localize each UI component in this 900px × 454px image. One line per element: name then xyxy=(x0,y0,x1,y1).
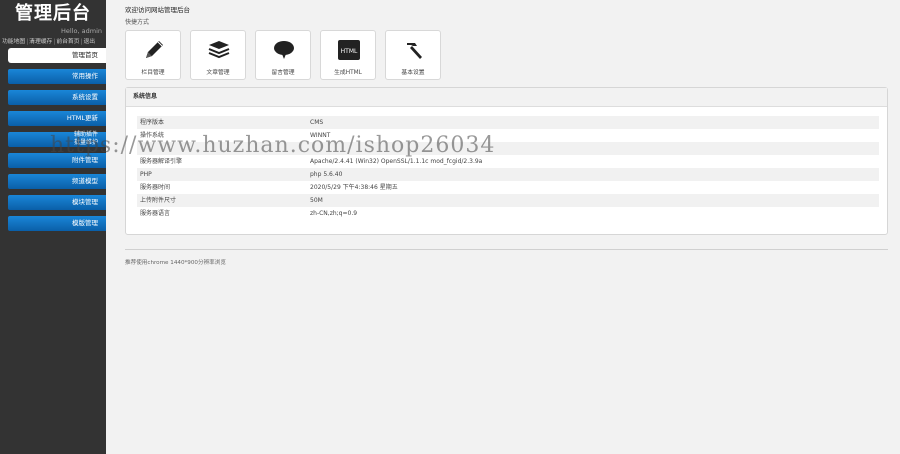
info-key: 服务器语言 xyxy=(140,210,171,217)
shortcut-title: 快捷方式 xyxy=(125,19,150,26)
link-logout[interactable]: 退出 xyxy=(83,36,95,45)
html-icon: HTML xyxy=(338,40,360,60)
link-front-home[interactable]: 前台首页 xyxy=(56,36,79,45)
info-value: 2020/5/29 下午4:38:46 星期五 xyxy=(310,184,398,191)
sidebar-item-plugins[interactable]: 辅助插件 批量维护 xyxy=(8,131,106,147)
system-info-panel: 系统信息 程序版本 CMS 操作系统 WINNT 服务器解译引擎 Apache/2.4… xyxy=(125,87,888,235)
table-row xyxy=(137,142,879,155)
shortcut-column-manage[interactable]: 栏目管理 xyxy=(125,30,181,80)
sidebar-item-attachments[interactable]: 附件管理 xyxy=(8,153,106,168)
welcome-text: 欢迎访问网站管理后台 xyxy=(125,6,190,14)
shortcut-generate-html[interactable]: HTML 生成HTML xyxy=(320,30,376,80)
info-key: 服务器解译引擎 xyxy=(140,158,183,165)
info-value: CMS xyxy=(310,119,324,126)
shortcut-label: 栏目管理 xyxy=(141,70,165,76)
sidebar-item-label: 批量维护 xyxy=(73,139,98,146)
sidebar-item-templates[interactable]: 模版管理 xyxy=(8,216,106,231)
sidebar-menu: 管理首页 常用操作 系统设置 HTML更新 辅助插件 批量维护 附件管理 频道模… xyxy=(8,48,106,237)
link-clear-cache[interactable]: 清理缓存 xyxy=(29,36,52,45)
info-key: 上传附件尺寸 xyxy=(140,197,177,204)
info-value: Apache/2.4.41 (Win32) OpenSSL/1.1.1c mod… xyxy=(310,158,483,165)
shortcut-article-manage[interactable]: 文章管理 xyxy=(190,30,246,80)
table-row: 服务器解译引擎 Apache/2.4.41 (Win32) OpenSSL/1.1… xyxy=(137,155,879,168)
info-value: php 5.6.40 xyxy=(310,171,343,178)
sidebar-item-system-settings[interactable]: 系统设置 xyxy=(8,90,106,105)
info-key: 服务器时间 xyxy=(140,184,171,191)
divider: | xyxy=(26,39,29,45)
divider: | xyxy=(53,39,56,45)
shortcut-label: 生成HTML xyxy=(334,70,362,76)
info-key: 操作系统 xyxy=(140,132,165,139)
system-info-table: 程序版本 CMS 操作系统 WINNT 服务器解译引擎 Apache/2.4.41 (… xyxy=(137,116,879,220)
divider: | xyxy=(80,39,83,45)
hammer-icon xyxy=(407,43,422,59)
sidebar-item-html-update[interactable]: HTML更新 xyxy=(8,111,106,126)
sidebar-item-channel-model[interactable]: 频道模型 xyxy=(8,174,106,189)
top-links: 功能地图|清理缓存|前台首页|退出 xyxy=(2,36,106,45)
stack-icon xyxy=(208,41,230,59)
sidebar-item-modules[interactable]: 模块管理 xyxy=(8,195,106,210)
pencil-icon xyxy=(146,41,163,58)
link-feature-map[interactable]: 功能地图 xyxy=(2,36,25,45)
info-value: 50M xyxy=(310,197,323,204)
panel-title: 系统信息 xyxy=(126,88,887,107)
info-key: PHP xyxy=(140,171,152,178)
table-row: 操作系统 WINNT xyxy=(137,129,879,142)
main-content: 欢迎访问网站管理后台 快捷方式 栏目管理 文章管理 留言管理 HTML 生成HT… xyxy=(106,0,900,454)
sidebar-item-common-ops[interactable]: 常用操作 xyxy=(8,69,106,84)
shortcut-label: 基本设置 xyxy=(401,70,425,76)
footer-note: 推荐使用chrome 1440*900分辨率浏览 xyxy=(125,260,226,266)
greeting: Hello, admin xyxy=(61,27,102,35)
shortcut-basic-settings[interactable]: 基本设置 xyxy=(385,30,441,80)
info-value: WINNT xyxy=(310,132,331,139)
shortcut-label: 文章管理 xyxy=(206,70,230,76)
shortcut-message-manage[interactable]: 留言管理 xyxy=(255,30,311,80)
divider xyxy=(125,249,888,250)
sidebar: 管理后台 Hello, admin 功能地图|清理缓存|前台首页|退出 管理首页… xyxy=(0,0,106,454)
table-row: 服务器时间 2020/5/29 下午4:38:46 星期五 xyxy=(137,181,879,194)
sidebar-item-home[interactable]: 管理首页 xyxy=(8,48,106,63)
speech-bubble-icon xyxy=(274,41,294,59)
html-badge-text: HTML xyxy=(341,48,358,55)
table-row: 服务器语言 zh-CN,zh;q=0.9 xyxy=(137,207,879,220)
table-row: 程序版本 CMS xyxy=(137,116,879,129)
app-title: 管理后台 xyxy=(15,3,91,24)
info-value: zh-CN,zh;q=0.9 xyxy=(310,210,358,217)
info-key: 程序版本 xyxy=(140,119,165,126)
table-row: PHP php 5.6.40 xyxy=(137,168,879,181)
shortcut-label: 留言管理 xyxy=(271,70,295,76)
table-row: 上传附件尺寸 50M xyxy=(137,194,879,207)
